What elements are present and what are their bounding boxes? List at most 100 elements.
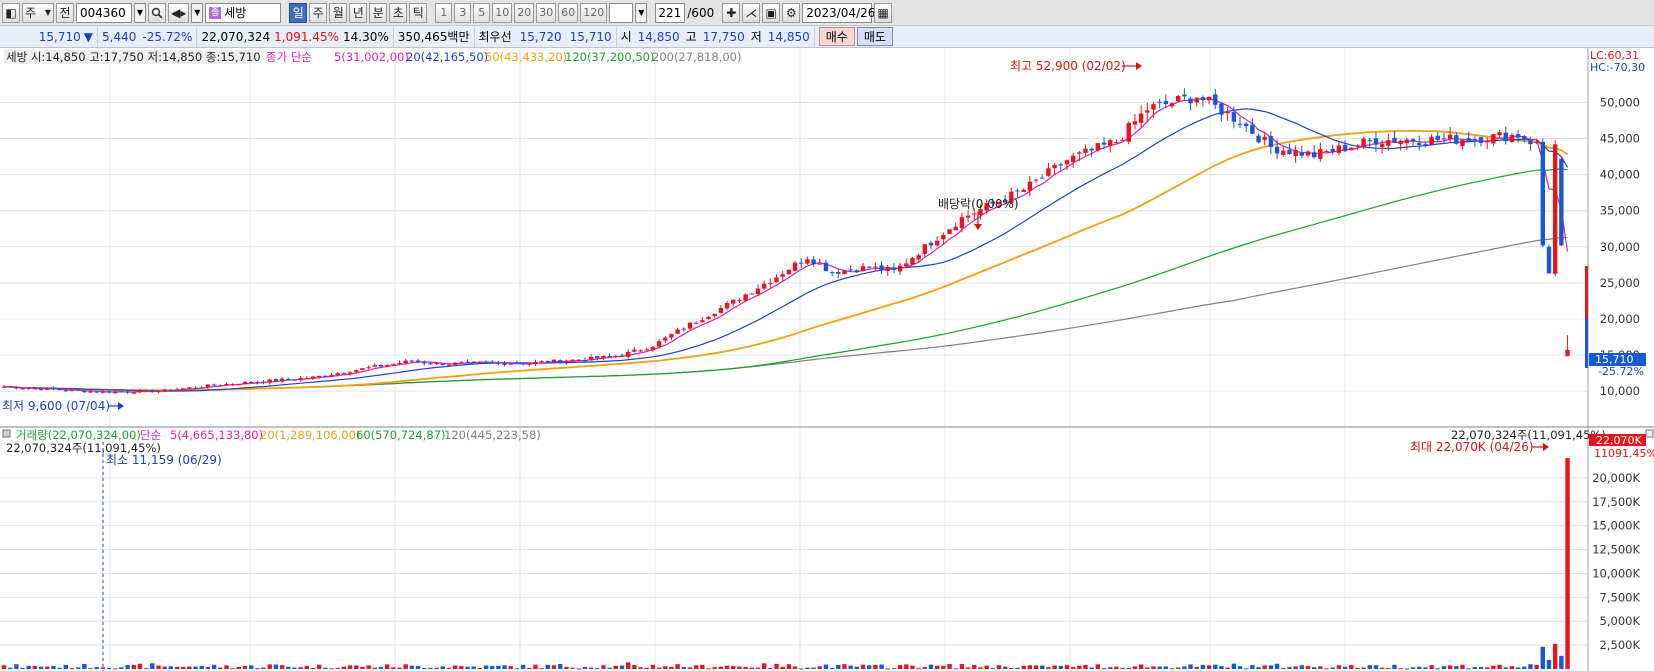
period-minute-tab[interactable]: 분 [369,2,388,23]
volume-bar [1052,665,1057,669]
volume-ma120-legend: 120(445,223,58) [444,428,541,442]
chart-tool-icon[interactable]: ⋌ [742,2,761,23]
period-year-tab[interactable]: 년 [349,2,368,23]
volume-bar [595,668,600,670]
candle-body [1565,349,1570,357]
search-icon[interactable] [148,2,166,23]
volume-bar [1466,668,1471,670]
save-icon[interactable]: ▣ [762,2,781,23]
minute-3-button[interactable]: 3 [454,2,472,23]
candle-body [693,322,699,324]
volume-legend-title: 거래량(22,070,324,00) [16,428,141,442]
volume-bar [119,667,124,669]
candle-body [712,313,717,317]
bar-count-input[interactable]: 221 [655,2,686,23]
volume-bar [341,666,347,669]
volume-bar [675,664,680,669]
volume-bar [1237,666,1243,669]
interval-input[interactable] [609,2,634,23]
candle-body [1274,146,1280,154]
period-month-tab[interactable]: 월 [329,2,348,23]
volume-tick-label: 2,500K [1600,638,1641,652]
volume-bar [1188,664,1193,669]
candle-body [1386,140,1391,146]
buy-button[interactable]: 매수 [818,27,855,46]
period-tick-tab[interactable]: 틱 [409,2,428,23]
volume-bar [335,667,340,669]
candle-body [811,259,816,265]
volume-bar [360,666,365,669]
volume-bar [1361,667,1366,669]
candle-body [792,262,798,271]
volume-ma20-legend: 20(1,289,106,00) [260,428,360,442]
stock-code-input[interactable]: 004360 [76,2,132,23]
period-second-tab[interactable]: 초 [389,2,408,23]
volume-bar [1281,667,1286,669]
price-summary: 세방 시:14,850 고:17,750 저:14,850 종:15,710 [6,50,261,64]
minute-30-button[interactable]: 30 [536,2,557,23]
stock-name-field[interactable]: 종 세방 [205,2,282,23]
candle-body [576,359,581,361]
volume-bar [1250,665,1255,669]
sound-dropdown-icon[interactable]: ▼ [191,2,204,23]
down-arrow-icon: ▼ [83,29,93,44]
volume-bar [218,667,223,669]
date-input[interactable]: 2023/04/26 [802,2,875,23]
minute-5-button[interactable]: 5 [473,2,491,23]
scope-button[interactable]: 전 [56,2,74,23]
volume-bar [1157,666,1162,669]
volume-bar [885,668,890,670]
volume-ma-title: 단순 [140,428,161,442]
interval-dropdown-icon[interactable]: ▼ [635,2,648,23]
candle-body [613,355,619,357]
price-tick-label: 20,000 [1600,312,1640,326]
candle-body [286,378,291,380]
open-value: 14,850 [637,29,680,44]
candle-body [1027,181,1033,191]
candle-body [199,387,204,389]
volume-tick-label: 5,000K [1600,614,1641,628]
candle-body [1058,164,1063,166]
crosshair-icon[interactable]: ✚ [722,2,741,23]
candle-body [1188,98,1193,104]
volume-bar [1342,666,1348,669]
candle-body [94,391,99,393]
calendar-icon[interactable]: ▦ [874,2,893,23]
best-quote: 최우선 15,720 15,710 [475,26,617,47]
volume-bar [990,668,995,670]
volume-bar [799,668,804,670]
minute-10-button[interactable]: 10 [492,2,513,23]
candle-body [959,217,965,228]
pane-close-icon[interactable] [1645,429,1654,438]
candle-body [1522,135,1527,140]
sell-button[interactable]: 매도 [856,27,893,46]
candle-body [477,362,483,364]
window-menu-icon[interactable]: ◧ [2,2,20,23]
volume-bar [440,666,445,669]
candle-body [329,375,334,377]
candle-body [1417,143,1422,145]
volume-pane-icon[interactable] [2,429,11,438]
sound-icon[interactable]: ◀▸ [168,2,190,23]
volume-bar [761,663,767,669]
minute-1-button[interactable]: 1 [435,2,453,23]
volume-bar [508,666,513,669]
volume-bar [539,668,544,670]
market-type-select[interactable]: 주 ▼ [22,2,54,23]
period-week-tab[interactable]: 주 [309,2,328,23]
minute-20-button[interactable]: 20 [514,2,535,23]
chart-canvas[interactable]: 10,00015,00020,00025,00030,00035,00040,0… [0,48,1654,671]
main-toolbar: ◧ 주 ▼ 전 004360 ▼ ◀▸ ▼ 종 세방 일 주 월 년 분 초 틱 1… [0,0,1654,26]
candle-body [1528,140,1533,145]
volume-bar [471,666,476,669]
gear-icon[interactable]: ⚙ [782,2,801,23]
period-day-tab[interactable]: 일 [289,2,308,23]
code-dropdown-icon[interactable]: ▼ [134,2,146,23]
volume-bar [879,664,884,669]
candle-body [384,365,390,367]
volume-bar [428,667,433,669]
volume-bar [1138,664,1144,669]
minute-120-button[interactable]: 120 [580,2,608,23]
minute-60-button[interactable]: 60 [558,2,579,23]
volume-bar [32,666,38,669]
